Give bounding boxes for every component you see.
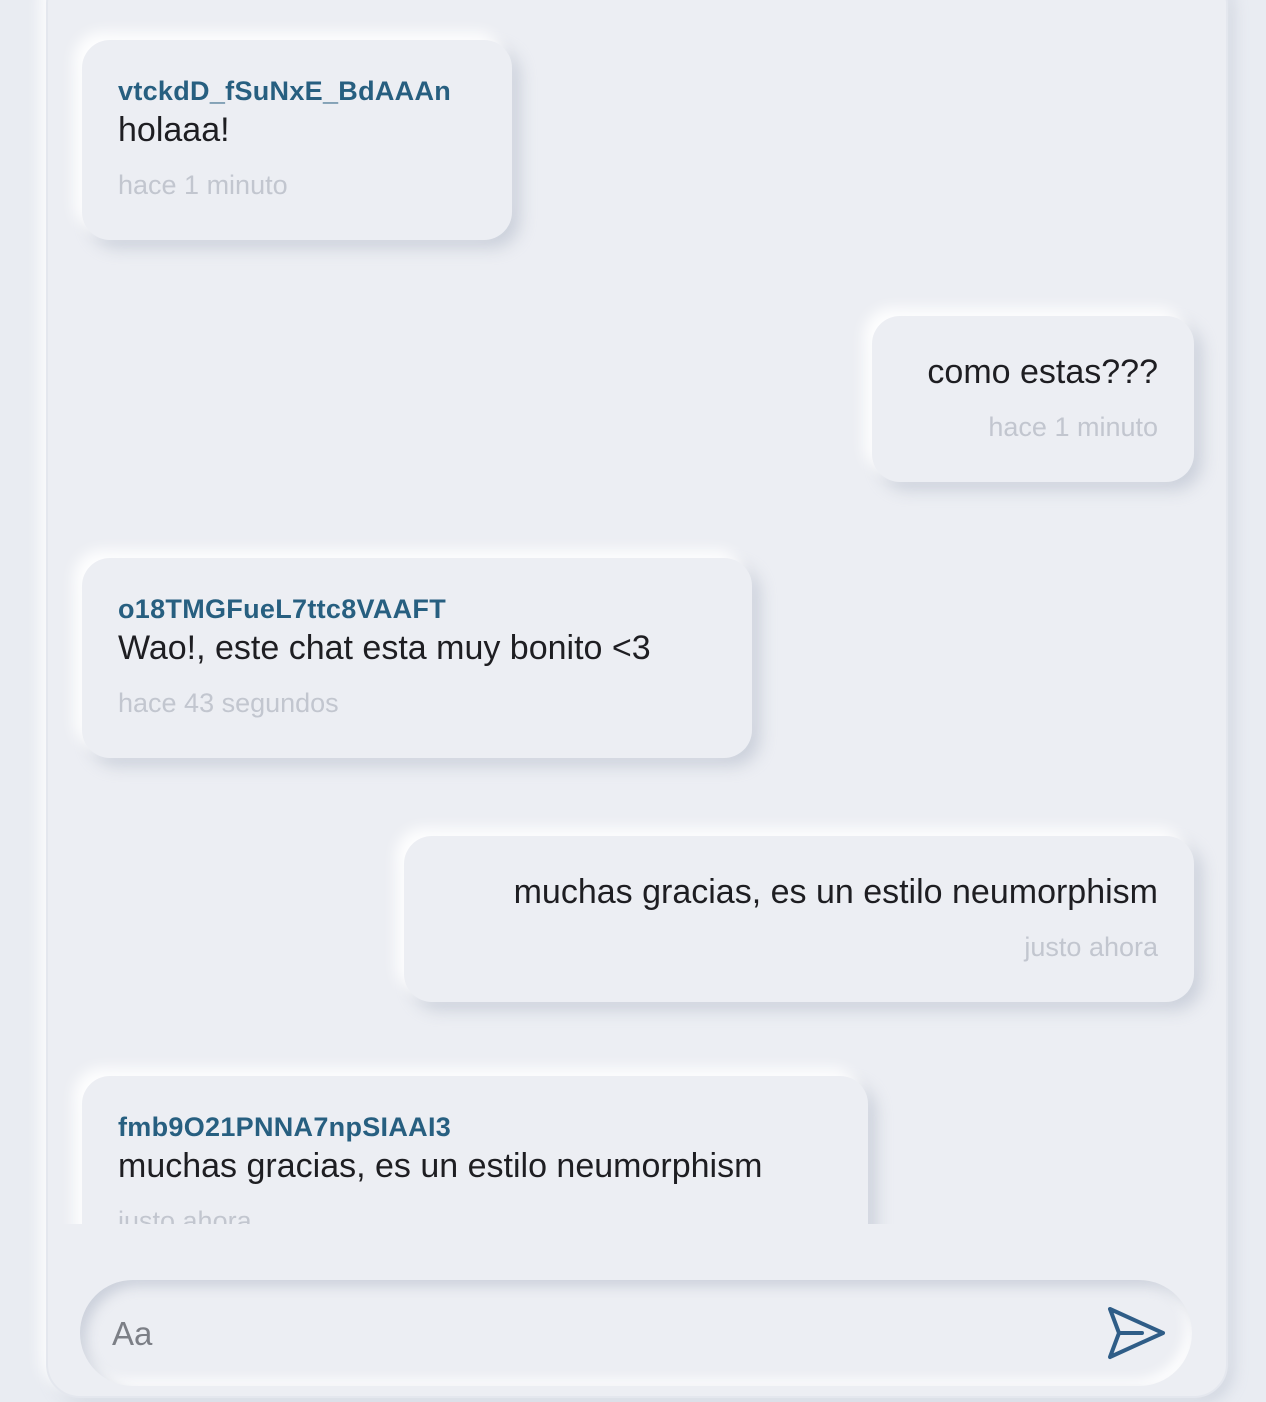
message-sender: fmb9O21PNNA7npSIAAI3 <box>118 1112 452 1142</box>
message-sender: o18TMGFueL7ttc8VAAFT <box>118 594 447 624</box>
message-text: muchas gracias, es un estilo neumorphism <box>513 873 1158 911</box>
message-bubble-incoming: o18TMGFueL7ttc8VAAFT Wao!, este chat est… <box>82 558 752 758</box>
message-bubble-incoming: vtckdD_fSuNxE_BdAAAn holaaa! hace 1 minu… <box>82 40 512 240</box>
message-text: Wao!, este chat esta muy bonito <3 <box>118 629 651 667</box>
message-bubble-incoming: fmb9O21PNNA7npSIAAI3 muchas gracias, es … <box>82 1076 868 1224</box>
message-time: hace 1 minuto <box>118 170 288 200</box>
message-list[interactable]: vtckdD_fSuNxE_BdAAAn holaaa! hace 1 minu… <box>48 0 1228 1224</box>
message-time: hace 1 minuto <box>988 412 1158 442</box>
message-text: muchas gracias, es un estilo neumorphism <box>118 1147 763 1185</box>
message-input[interactable] <box>110 1298 1094 1370</box>
message-time: justo ahora <box>1024 932 1158 962</box>
send-icon <box>1108 1307 1165 1359</box>
message-time: hace 43 segundos <box>118 688 339 718</box>
message-composer <box>80 1280 1192 1386</box>
send-button[interactable] <box>1106 1304 1168 1362</box>
message-sender: vtckdD_fSuNxE_BdAAAn <box>118 76 452 106</box>
message-text: holaaa! <box>118 111 230 149</box>
message-bubble-outgoing: muchas gracias, es un estilo neumorphism… <box>404 836 1194 1002</box>
message-bubble-outgoing: como estas??? hace 1 minuto <box>872 316 1194 482</box>
message-time: justo ahora <box>118 1206 252 1224</box>
message-text: como estas??? <box>927 353 1158 391</box>
